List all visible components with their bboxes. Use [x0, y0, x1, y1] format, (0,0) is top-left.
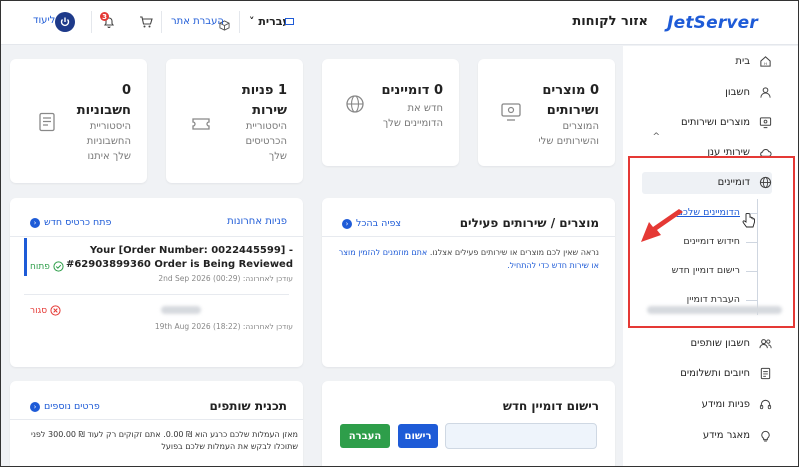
stat-line: הדומיינים שלך: [382, 118, 443, 129]
sidebar-item-products[interactable]: מוצרים ושירותים: [681, 115, 772, 129]
sidebar-item-label: מוצרים ושירותים: [680, 116, 750, 128]
active-products-panel: מוצרים / שירותים פעילים צפיה בהכל ‹ נראה…: [322, 198, 615, 367]
brand-logo[interactable]: JetServer: [667, 13, 758, 33]
stat-line: שלך: [268, 151, 287, 162]
hand-cursor-icon: [742, 213, 755, 228]
ticket-icon: [190, 113, 212, 135]
more-details-link[interactable]: פרטים נוספים ‹: [30, 401, 100, 412]
stat-card-invoices[interactable]: 0 חשבוניות היסטוריית החשבוניות שלך איתנו: [10, 59, 147, 183]
stat-card-products[interactable]: 0 מוצרים ושירותים המוצרים והשירותים שלי: [478, 59, 615, 166]
empty-note-text: נראה שאין לכם מוצרים או שירותים פעילים א…: [429, 248, 599, 257]
sidebar-item-label: פניות ומידע: [701, 398, 750, 410]
globe-icon: [344, 93, 366, 115]
monitor-icon: [500, 101, 522, 123]
stat-title: 0 דומיינים: [381, 83, 443, 98]
cart-icon[interactable]: [139, 14, 153, 33]
check-circle-icon: [53, 261, 64, 272]
page-title: אזור לקוחות: [572, 14, 648, 29]
stat-line: היסטוריית: [89, 121, 131, 132]
status-label: סגור: [30, 305, 48, 316]
panel-title: מוצרים / שירותים פעילים: [459, 216, 599, 230]
home-icon: H: [758, 54, 772, 68]
view-all-label: צפיה בהכל: [356, 218, 402, 229]
sidebar-item-billing[interactable]: חיובים ותשלומים: [680, 366, 772, 380]
sidebar-item-affiliates[interactable]: חשבון שותפים: [690, 336, 772, 350]
sidebar-item-label: חשבון שותפים: [690, 337, 750, 349]
stat-line: והשירותים שלי: [538, 136, 599, 147]
header-divider: [161, 11, 162, 33]
receipt-icon: [758, 366, 772, 380]
ticket-updated: עודכן לאחרונה: 19th Aug 2026 (18:22): [154, 322, 293, 331]
headset-icon: [758, 397, 772, 411]
recent-tickets-title[interactable]: פניות אחרונות: [227, 216, 287, 227]
panel-title: רישום דומיין חדש: [502, 399, 599, 413]
redacted-text: [161, 306, 201, 314]
flag-icon: [285, 18, 294, 25]
stat-card-tickets[interactable]: 1 פניות שירות היסטוריית הכרטיסים שלך: [166, 59, 303, 183]
user-icon: [758, 85, 772, 99]
stat-line: היסטוריית: [245, 121, 287, 132]
top-header: JetServer אזור לקוחות עברית ˅ העברת אתר …: [1, 1, 798, 45]
stat-title: 0 חשבוניות: [76, 83, 131, 118]
open-new-ticket-link[interactable]: פתח כרטיס חדש ‹: [30, 217, 111, 228]
ticket-status-open: פתוח: [30, 261, 64, 272]
chevron-left-icon: ‹: [30, 401, 40, 412]
register-button[interactable]: רישום: [398, 424, 438, 448]
site-transfer-link[interactable]: העברת אתר: [171, 16, 224, 27]
status-label: פתוח: [30, 261, 50, 272]
stat-card-domains[interactable]: 0 דומיינים חדש את הדומיינים שלך: [322, 59, 459, 166]
document-icon: [36, 111, 58, 133]
notification-badge: 3: [100, 12, 109, 21]
affiliate-panel: תכנית שותפים פרטים נוספים ‹: [10, 381, 303, 466]
stat-line: חדש את: [407, 103, 443, 114]
red-arrow-icon: [641, 209, 683, 242]
stat-line: המוצרים: [562, 121, 600, 132]
transfer-button[interactable]: העברה: [340, 424, 390, 448]
language-selector[interactable]: עברית ˅: [249, 15, 290, 28]
empty-products-note: נראה שאין לכם מוצרים או שירותים פעילים א…: [334, 246, 599, 272]
sidebar-item-label: מאגר מידע: [702, 429, 750, 441]
panel-divider: [24, 294, 289, 295]
domain-search-input[interactable]: [445, 423, 597, 449]
affiliate-note: מאזן העמלות שלכם כרגע הוא ₪ 0.00. אתם זק…: [30, 430, 298, 451]
view-all-link[interactable]: צפיה בהכל ‹: [342, 218, 401, 229]
recent-tickets-panel: פניות אחרונות פתח כרטיס חדש ‹ Your [Orde…: [10, 198, 303, 367]
header-divider: [91, 11, 92, 33]
chevron-left-icon: ‹: [30, 217, 40, 228]
stat-line: שלך איתנו: [87, 151, 131, 162]
ticket-updated: עודכן לאחרונה: 2nd Sep 2026 (00:29): [158, 274, 293, 283]
panel-title: תכנית שותפים: [209, 399, 287, 413]
stat-line: הכרטיסים: [245, 136, 287, 147]
power-icon[interactable]: [55, 12, 75, 32]
app-window: JetServer אזור לקוחות עברית ˅ העברת אתר …: [0, 0, 799, 467]
svg-text:H: H: [764, 61, 767, 65]
redacted-text: [647, 306, 782, 314]
bulb-icon: [758, 428, 772, 442]
chevron-up-icon[interactable]: ^: [652, 132, 660, 142]
sidebar-item-label: חשבון: [725, 86, 750, 98]
sidebar-item-account[interactable]: חשבון: [725, 85, 772, 99]
sidebar-item-support[interactable]: פניות ומידע: [702, 397, 772, 411]
ticket-status-closed: סגור: [30, 305, 61, 316]
stat-line: החשבוניות: [86, 136, 131, 147]
logout-link[interactable]: ליעוד: [33, 15, 55, 26]
x-circle-icon: [50, 305, 61, 316]
stat-title: 1 פניות שירות: [241, 83, 287, 118]
sidebar-item-home[interactable]: H בית: [735, 54, 772, 68]
more-details-label: פרטים נוספים: [44, 401, 100, 412]
panel-divider: [10, 236, 303, 237]
sidebar-item-label: בית: [735, 55, 750, 67]
sidebar-item-label: חיובים ותשלומים: [680, 367, 750, 379]
panel-divider: [322, 236, 615, 237]
register-domain-panel: רישום דומיין חדש רישום העברה: [322, 381, 615, 466]
sidebar-item-knowledgebase[interactable]: מאגר מידע: [703, 428, 772, 442]
users-icon: [758, 336, 772, 350]
header-divider: [239, 11, 240, 33]
monitor-icon: [758, 115, 772, 129]
panel-divider: [10, 419, 303, 420]
open-new-ticket-label: פתח כרטיס חדש: [44, 217, 112, 228]
chevron-left-icon: ‹: [342, 218, 352, 229]
